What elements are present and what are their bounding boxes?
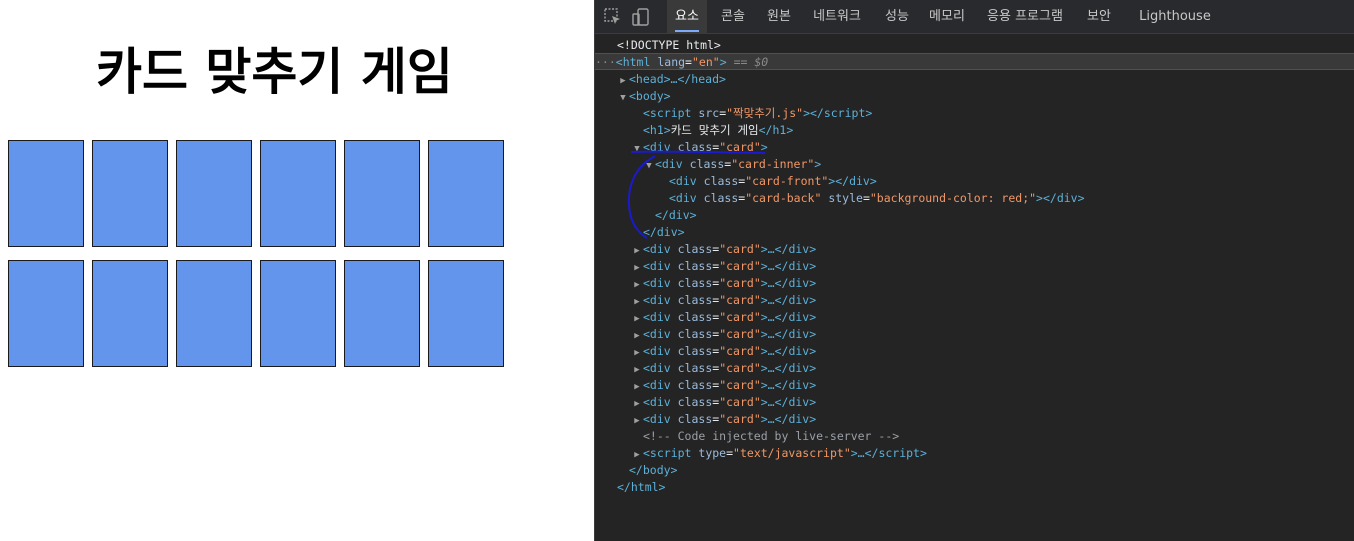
body-close-tag: </body> [629, 463, 678, 477]
card-back-val: "card-back" [745, 191, 822, 205]
head-tag: <head>…</head> [629, 72, 726, 86]
dom-node-close-div[interactable]: </div> [595, 224, 1354, 241]
style-val: "background-color: red;" [869, 191, 1037, 205]
card-class-val: "card" [719, 310, 761, 324]
dom-node-card-collapsed[interactable]: ▶ <div class="card">…</div> [595, 241, 1354, 258]
dom-node-card-collapsed[interactable]: ▶ <div class="card">…</div> [595, 292, 1354, 309]
dom-tree: <!DOCTYPE html> ···<html lang="en"> == $… [595, 36, 1354, 541]
dom-node-card-collapsed[interactable]: ▶ <div class="card">…</div> [595, 394, 1354, 411]
tab-3[interactable]: 네트워크 [805, 0, 869, 34]
dom-node-card-collapsed[interactable]: ▶ <div class="card">…</div> [595, 411, 1354, 428]
card-class-val: "card" [719, 276, 761, 290]
card[interactable] [344, 260, 420, 367]
dom-node-card-collapsed[interactable]: ▶ <div class="card">…</div> [595, 360, 1354, 377]
dom-node-doctype[interactable]: <!DOCTYPE html> [595, 37, 1354, 54]
dom-node-close-div[interactable]: </div> [595, 207, 1354, 224]
card[interactable] [344, 140, 420, 247]
card[interactable] [176, 140, 252, 247]
doctype-text: <!DOCTYPE html> [617, 38, 721, 52]
device-toolbar-icon[interactable] [631, 7, 651, 27]
script-type-val: "text/javascript" [733, 446, 851, 460]
dom-node-card-expanded[interactable]: ▼ <div class="card"> [595, 139, 1354, 156]
card-class-val: "card" [719, 395, 761, 409]
card-class-val: "card" [719, 344, 761, 358]
card-inner-val: "card-inner" [731, 157, 815, 171]
tab-5[interactable]: 메모리 [923, 0, 971, 34]
card[interactable] [8, 140, 84, 247]
card-class-val: "card" [719, 293, 761, 307]
card[interactable] [92, 260, 168, 367]
devtools-panel: 요소 콘솔 원본 네트워크 성능 메모리 응용 프로그램 보안 Lighthouse <!DOC… [594, 0, 1354, 541]
dom-node-html-close[interactable]: </html> [595, 479, 1354, 496]
tab-8[interactable]: Lighthouse [1133, 0, 1217, 34]
card-class-val: "card" [719, 412, 761, 426]
body-tag: <body> [629, 89, 671, 103]
html-tag: <html [615, 55, 651, 69]
comment-text: <!-- Code injected by live-server --> [643, 429, 900, 443]
dom-node-body-close[interactable]: </body> [595, 462, 1354, 479]
page-preview: 카드 맞추기 게임 [0, 0, 594, 541]
tab-2[interactable]: 원본 [759, 0, 799, 34]
dom-node-card-collapsed[interactable]: ▶ <div class="card">…</div> [595, 326, 1354, 343]
card-class-val: "card" [719, 361, 761, 375]
tab-0[interactable]: 요소 [667, 0, 707, 34]
card-class-val: "card" [719, 140, 761, 154]
script-src-val: "짝맞추기.js" [726, 106, 804, 120]
dom-node-card-collapsed[interactable]: ▶ <div class="card">…</div> [595, 309, 1354, 326]
style-attr: style [828, 191, 863, 205]
dom-node-card-back[interactable]: <div class="card-back" style="background… [595, 190, 1354, 207]
card-class-val: "card" [719, 242, 761, 256]
devtools-toolbar: 요소 콘솔 원본 네트워크 성능 메모리 응용 프로그램 보안 Lighthouse [595, 0, 1354, 34]
dom-node-card-collapsed[interactable]: ▶ <div class="card">…</div> [595, 258, 1354, 275]
dom-node-comment[interactable]: <!-- Code injected by live-server --> [595, 428, 1354, 445]
inspect-element-icon[interactable] [603, 7, 623, 27]
card[interactable] [260, 260, 336, 367]
h1-text: 카드 맞추기 게임 [670, 123, 759, 137]
dom-node-head[interactable]: ▶ <head>…</head> [595, 71, 1354, 88]
card[interactable] [428, 260, 504, 367]
tab-4[interactable]: 성능 [877, 0, 917, 34]
dom-node-card-collapsed[interactable]: ▶ <div class="card">…</div> [595, 377, 1354, 394]
card[interactable] [260, 140, 336, 247]
card[interactable] [176, 260, 252, 367]
html-lang-val: "en" [691, 55, 720, 69]
card[interactable] [428, 140, 504, 247]
script-src-attr: src [698, 106, 720, 120]
dom-node-script-src[interactable]: <script src="짝맞추기.js"></script> [595, 105, 1354, 122]
dom-node-html[interactable]: ···<html lang="en"> == $0 [595, 53, 1354, 70]
card-class-val: "card" [719, 327, 761, 341]
html-lang-attr: lang [657, 55, 686, 69]
page-title: 카드 맞추기 게임 [96, 43, 453, 101]
card[interactable] [8, 260, 84, 367]
card-class-val: "card" [719, 259, 761, 273]
card-class-val: "card" [719, 378, 761, 392]
tab-1[interactable]: 콘솔 [713, 0, 753, 34]
dom-node-card-collapsed[interactable]: ▶ <div class="card">…</div> [595, 275, 1354, 292]
dom-node-script-inline[interactable]: ▶ <script type="text/javascript">…</scrip… [595, 445, 1354, 462]
dom-node-body[interactable]: ▼ <body> [595, 88, 1354, 105]
selected-marker: == $0 [733, 55, 769, 69]
card-front-val: "card-front" [745, 174, 829, 188]
tab-6[interactable]: 응용 프로그램 [977, 0, 1073, 34]
html-close-tag: </html> [617, 480, 666, 494]
dom-node-card-front[interactable]: <div class="card-front"></div> [595, 173, 1354, 190]
dom-node-h1[interactable]: <h1>카드 맞추기 게임</h1> [595, 122, 1354, 139]
dom-node-card-collapsed[interactable]: ▶ <div class="card">…</div> [595, 343, 1354, 360]
dom-node-card-inner[interactable]: ▼ <div class="card-inner"> [595, 156, 1354, 173]
card[interactable] [92, 140, 168, 247]
tab-7[interactable]: 보안 [1079, 0, 1119, 34]
